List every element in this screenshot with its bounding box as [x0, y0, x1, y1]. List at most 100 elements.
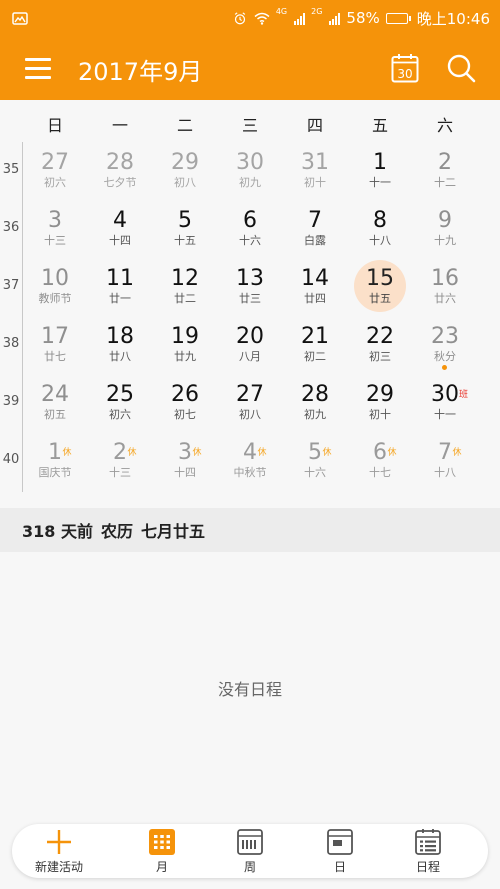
day-cell[interactable]: 1 国庆节 休: [24, 432, 86, 490]
day-number: 29: [171, 150, 199, 175]
weekday-label: 六: [436, 116, 453, 135]
today-icon-number: 30: [397, 67, 412, 81]
day-cell[interactable]: 7 白露: [284, 200, 346, 258]
day-number: 19: [171, 324, 199, 349]
day-number: 21: [301, 324, 329, 349]
weekday-label: 四: [306, 116, 323, 135]
day-cell[interactable]: 29 初十: [349, 374, 411, 432]
alarm-icon: [234, 11, 246, 24]
day-number: 16: [431, 266, 459, 291]
day-cell[interactable]: 29 初八: [154, 142, 216, 200]
day-cell[interactable]: 17 廿七: [24, 316, 86, 374]
nav-agenda[interactable]: 日程: [388, 824, 468, 878]
nav-month[interactable]: 月: [122, 824, 202, 878]
day-cell[interactable]: 5 十五: [154, 200, 216, 258]
day-cell[interactable]: 16 廿六: [414, 258, 476, 316]
nav-label-new-event: 新建活动: [34, 860, 83, 874]
day-cell[interactable]: 10 教师节: [24, 258, 86, 316]
search-icon[interactable]: [446, 53, 476, 83]
day-number: 13: [236, 266, 264, 291]
day-number: 6: [243, 208, 257, 233]
day-cell[interactable]: 18 廿八: [89, 316, 151, 374]
day-number: 10: [41, 266, 69, 291]
day-cell[interactable]: 8 十八: [349, 200, 411, 258]
nav-day[interactable]: 日: [300, 824, 380, 878]
status-bar: 4G 2G 58% 晚上10:46: [0, 0, 500, 36]
day-cell[interactable]: 30 初九: [219, 142, 281, 200]
day-number: 8: [373, 208, 387, 233]
day-cell[interactable]: 2 十二: [414, 142, 476, 200]
day-cell[interactable]: 3 十三: [24, 200, 86, 258]
lunar-date-label: 国庆节: [38, 466, 72, 479]
day-cell[interactable]: 5 十六 休: [284, 432, 346, 490]
holiday-rest-badge: 休: [257, 448, 267, 458]
lunar-date-label: 初七: [174, 408, 196, 421]
page-title[interactable]: 2017年9月: [78, 52, 202, 87]
day-cell[interactable]: 27 初八: [219, 374, 281, 432]
notification-image-icon: [12, 11, 28, 25]
day-cell[interactable]: 6 十六: [219, 200, 281, 258]
day-cell[interactable]: 22 初三: [349, 316, 411, 374]
holiday-rest-badge: 休: [322, 448, 332, 458]
day-cell[interactable]: 30 十一班: [414, 374, 476, 432]
lunar-date-label: 初三: [369, 350, 391, 363]
day-cell[interactable]: 28 七夕节: [89, 142, 151, 200]
day-cell[interactable]: 14 廿四: [284, 258, 346, 316]
day-cell[interactable]: 6 十七 休: [349, 432, 411, 490]
lunar-date-label: 廿二: [174, 292, 196, 305]
day-number: 29: [366, 382, 394, 407]
day-cell[interactable]: 31 初十: [284, 142, 346, 200]
lunar-date-label: 十五: [174, 234, 196, 247]
day-cell[interactable]: 13 廿三: [219, 258, 281, 316]
nav-label-day: 日: [333, 860, 346, 874]
lunar-date-label: 初六: [109, 408, 131, 421]
day-cell[interactable]: 1 十一: [349, 142, 411, 200]
nav-week[interactable]: 周: [210, 824, 290, 878]
weekday-label: 五: [371, 116, 388, 135]
day-cell[interactable]: 24 初五: [24, 374, 86, 432]
plus-icon: [47, 830, 71, 854]
lunar-date-label: 十四: [109, 234, 131, 247]
day-cell[interactable]: 4 十四: [89, 200, 151, 258]
holiday-rest-badge: 休: [452, 448, 462, 458]
week-number: 35: [2, 162, 20, 177]
weekday-label: 一: [111, 116, 128, 135]
day-cell[interactable]: 28 初九: [284, 374, 346, 432]
day-cell[interactable]: 9 十九: [414, 200, 476, 258]
menu-icon[interactable]: [24, 56, 52, 80]
day-number: 4: [113, 208, 127, 233]
day-number: 12: [171, 266, 199, 291]
calendar-today-icon[interactable]: 30: [391, 53, 419, 83]
day-cell[interactable]: 3 十四 休: [154, 432, 216, 490]
lunar-date-label: 廿三: [239, 292, 261, 305]
lunar-date-label: 七夕节: [103, 176, 137, 189]
lunar-date-label: 教师节: [38, 292, 72, 305]
lunar-date-label: 初九: [304, 408, 326, 421]
day-cell[interactable]: 2 十三 休: [89, 432, 151, 490]
lunar-date-label: 秋分: [434, 350, 456, 363]
day-cell[interactable]: 27 初六: [24, 142, 86, 200]
app-bar: 2017年9月 30: [0, 36, 500, 100]
battery-icon: [385, 12, 411, 24]
day-cell[interactable]: 7 十八 休: [414, 432, 476, 490]
day-cell[interactable]: 20 八月: [219, 316, 281, 374]
day-number: 15: [366, 266, 394, 291]
day-number: 1: [373, 150, 387, 175]
day-cell[interactable]: 11 廿一: [89, 258, 151, 316]
day-number: 27: [236, 382, 264, 407]
day-number: 7: [308, 208, 322, 233]
day-cell[interactable]: 4 中秋节 休: [219, 432, 281, 490]
day-number: 2: [438, 150, 452, 175]
day-number: 14: [301, 266, 329, 291]
holiday-rest-badge: 休: [127, 448, 137, 458]
day-cell[interactable]: 25 初六: [89, 374, 151, 432]
day-cell[interactable]: 19 廿九: [154, 316, 216, 374]
lunar-date-label: 廿七: [44, 350, 66, 363]
day-cell-selected[interactable]: 15 廿五: [349, 258, 411, 316]
day-cell[interactable]: 23 秋分: [414, 316, 476, 374]
day-number: 7: [438, 440, 452, 465]
day-cell[interactable]: 21 初二: [284, 316, 346, 374]
nav-new-event[interactable]: 新建活动: [19, 824, 99, 878]
day-cell[interactable]: 12 廿二: [154, 258, 216, 316]
day-cell[interactable]: 26 初七: [154, 374, 216, 432]
